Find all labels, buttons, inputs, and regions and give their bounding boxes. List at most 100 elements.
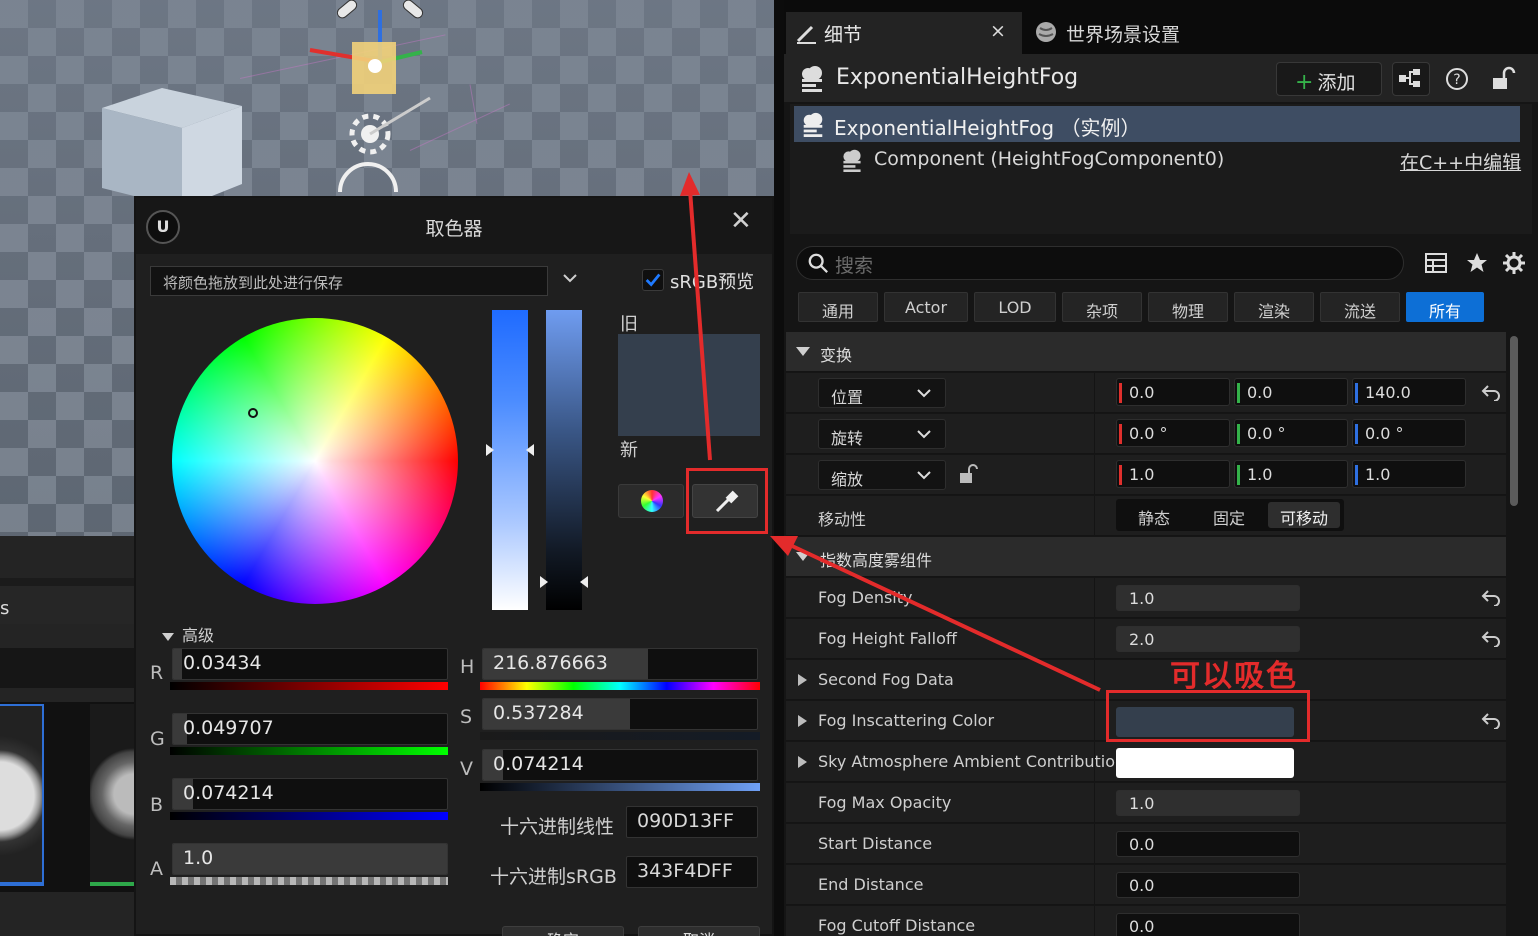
- scale-x-input[interactable]: 1.0: [1116, 460, 1230, 488]
- value-fill: [173, 649, 183, 679]
- mobility-stationary[interactable]: 固定: [1194, 502, 1264, 528]
- reset-icon[interactable]: [1480, 629, 1502, 647]
- fog-height-falloff-input[interactable]: 2.0: [1116, 626, 1300, 652]
- scale-dropdown[interactable]: 缩放: [818, 460, 946, 490]
- slider-marker[interactable]: [580, 576, 588, 588]
- start-distance-input[interactable]: 0.0: [1116, 831, 1300, 857]
- b-input[interactable]: 0.074214: [172, 778, 448, 810]
- lock-open-icon[interactable]: [1490, 66, 1516, 92]
- filter-all[interactable]: 所有: [1406, 292, 1484, 322]
- property-name: Fog Inscattering Color: [818, 711, 995, 730]
- tab-details[interactable]: 细节 ×: [786, 12, 1022, 54]
- v-input[interactable]: 0.074214: [482, 749, 758, 781]
- srgb-preview-checkbox[interactable]: [642, 269, 664, 291]
- column-divider: [1094, 619, 1095, 659]
- expand-arrow-icon[interactable]: [798, 756, 807, 768]
- fog-max-opacity-input[interactable]: 1.0: [1116, 790, 1300, 816]
- mobility-static[interactable]: 静态: [1120, 502, 1188, 528]
- color-theme-bar[interactable]: 将颜色拖放到此处进行保存: [150, 266, 548, 296]
- rotation-z-input[interactable]: 0.0 °: [1352, 419, 1466, 447]
- search-input[interactable]: 搜索: [796, 246, 1404, 280]
- location-dropdown[interactable]: 位置: [818, 378, 946, 408]
- cb-path-bar[interactable]: [0, 648, 134, 688]
- fog-cutoff-distance-input[interactable]: 0.0: [1116, 913, 1300, 936]
- advanced-section-header[interactable]: 高级: [162, 622, 214, 646]
- asset-thumbnail[interactable]: [0, 704, 44, 884]
- tree-instance-label: ExponentialHeightFog （实例）: [834, 116, 1141, 140]
- b-gradient: [170, 812, 448, 820]
- filter-actor[interactable]: Actor: [884, 292, 968, 322]
- slider-marker[interactable]: [526, 444, 534, 456]
- rotation-dropdown[interactable]: 旋转: [818, 419, 946, 449]
- rotation-y-input[interactable]: 0.0 °: [1234, 419, 1348, 447]
- close-icon[interactable]: ✕: [730, 206, 752, 236]
- transform-section-header[interactable]: 变换: [786, 332, 1506, 372]
- fog-density-input[interactable]: 1.0: [1116, 585, 1300, 611]
- reset-icon[interactable]: [1480, 383, 1502, 401]
- hex-linear-input[interactable]: 090D13FF: [626, 806, 758, 838]
- ok-button[interactable]: 确定: [502, 926, 624, 936]
- filter-physics[interactable]: 物理: [1148, 292, 1228, 322]
- location-y-input[interactable]: 0.0: [1234, 378, 1348, 406]
- color-wheel-cursor[interactable]: [248, 408, 258, 418]
- transform-gizmo[interactable]: [300, 0, 440, 196]
- reset-icon[interactable]: [1480, 588, 1502, 606]
- cube-mesh[interactable]: [102, 88, 242, 208]
- s-input[interactable]: 0.537284: [482, 698, 758, 730]
- help-icon[interactable]: ?: [1444, 66, 1470, 92]
- value-slider[interactable]: [546, 310, 582, 610]
- panel-divider[interactable]: [774, 0, 784, 936]
- scale-y-input[interactable]: 1.0: [1234, 460, 1348, 488]
- section-title: 指数高度雾组件: [820, 551, 933, 570]
- column-divider: [1094, 865, 1095, 905]
- asset-thumbnail[interactable]: [90, 704, 134, 884]
- reset-icon[interactable]: [1480, 711, 1502, 729]
- filter-rendering[interactable]: 渲染: [1234, 292, 1314, 322]
- filter-general[interactable]: 通用: [798, 292, 878, 322]
- add-component-button[interactable]: + 添加: [1276, 62, 1382, 96]
- filter-streaming[interactable]: 流送: [1320, 292, 1400, 322]
- filter-misc[interactable]: 杂项: [1062, 292, 1142, 322]
- cb-tab[interactable]: s: [0, 586, 134, 624]
- slider-marker[interactable]: [486, 444, 494, 456]
- g-input[interactable]: 0.049707: [172, 713, 448, 745]
- inscattering-highlight-box: [1106, 690, 1310, 742]
- color-wheel-mode-button[interactable]: [618, 484, 684, 518]
- hex-srgb-input[interactable]: 343F4DFF: [626, 856, 758, 888]
- cancel-button[interactable]: 取消: [638, 926, 760, 936]
- rotation-x-input[interactable]: 0.0 °: [1116, 419, 1230, 447]
- r-input[interactable]: 0.03434: [172, 648, 448, 680]
- a-input[interactable]: 1.0: [172, 843, 448, 875]
- scale-z-input[interactable]: 1.0: [1352, 460, 1466, 488]
- fog-section-header[interactable]: 指数高度雾组件: [786, 537, 1506, 577]
- color-wheel[interactable]: [172, 318, 458, 604]
- mobility-toggle: 静态 固定 可移动: [1116, 499, 1344, 531]
- actor-header: ExponentialHeightFog + 添加 ?: [784, 54, 1538, 102]
- expand-arrow-icon[interactable]: [798, 715, 807, 727]
- table-view-icon[interactable]: [1424, 251, 1448, 275]
- blueprint-button[interactable]: [1392, 62, 1430, 96]
- slider-marker[interactable]: [540, 576, 548, 588]
- lock-open-icon[interactable]: [958, 463, 980, 485]
- close-icon[interactable]: ×: [990, 20, 1006, 42]
- filter-lod[interactable]: LOD: [974, 292, 1056, 322]
- tree-item-instance[interactable]: ExponentialHeightFog （实例）: [794, 106, 1520, 142]
- expand-arrow-icon[interactable]: [798, 674, 807, 686]
- column-divider: [1094, 455, 1095, 495]
- mobility-movable[interactable]: 可移动: [1268, 502, 1340, 528]
- location-x-input[interactable]: 0.0: [1116, 378, 1230, 406]
- globe-icon: [1036, 22, 1056, 42]
- end-distance-input[interactable]: 0.0: [1116, 872, 1300, 898]
- scrollbar[interactable]: [1510, 336, 1518, 506]
- edit-in-cpp-link[interactable]: 在C++中编辑: [1400, 148, 1521, 175]
- sky-ambient-color-swatch[interactable]: [1116, 748, 1294, 778]
- h-input[interactable]: 216.876663: [482, 648, 758, 680]
- caret-down-icon: [796, 347, 810, 356]
- location-row: 位置 0.0 0.0 140.0: [786, 373, 1506, 413]
- gear-icon[interactable]: [1502, 251, 1526, 275]
- location-z-input[interactable]: 140.0: [1352, 378, 1466, 406]
- picker-title-bar[interactable]: U 取色器 ✕: [136, 198, 772, 254]
- star-icon[interactable]: [1465, 251, 1489, 275]
- chevron-down-icon[interactable]: [560, 268, 580, 288]
- saturation-slider[interactable]: [492, 310, 528, 610]
